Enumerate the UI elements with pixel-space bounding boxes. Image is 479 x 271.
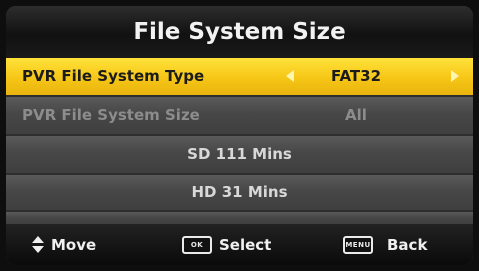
file-system-size-dialog: File System Size PVR File System Type FA… — [6, 6, 473, 265]
up-down-arrows-icon — [32, 236, 44, 253]
pvr-file-system-type-value: FAT32 — [330, 67, 382, 85]
pvr-file-system-type-label: PVR File System Type — [22, 67, 205, 85]
menu-key-icon: MENU — [343, 235, 373, 254]
sd-capacity-text: SD 111 Mins — [187, 145, 292, 163]
select-hint: OK Select — [182, 224, 271, 265]
arrow-right-icon[interactable] — [451, 70, 459, 82]
empty-row — [6, 212, 473, 224]
sd-capacity-row: SD 111 Mins — [6, 136, 473, 175]
back-hint: MENU Back — [343, 224, 427, 265]
move-label: Move — [51, 235, 97, 254]
hd-capacity-row: HD 31 Mins — [6, 175, 473, 212]
arrow-left-icon[interactable] — [286, 70, 294, 82]
pvr-file-system-size-value: All — [345, 106, 367, 124]
ok-key-icon: OK — [182, 235, 212, 254]
pvr-file-system-type-row[interactable]: PVR File System Type FAT32 — [6, 58, 473, 97]
pvr-file-system-size-label: PVR File System Size — [22, 106, 200, 124]
back-label: Back — [387, 235, 428, 254]
dialog-title: File System Size — [6, 6, 473, 58]
footer-hints: Move OK Select MENU Back — [6, 224, 473, 265]
select-label: Select — [219, 235, 272, 254]
move-hint: Move — [32, 224, 96, 265]
hd-capacity-text: HD 31 Mins — [191, 183, 288, 201]
pvr-file-system-size-row: PVR File System Size All — [6, 97, 473, 136]
